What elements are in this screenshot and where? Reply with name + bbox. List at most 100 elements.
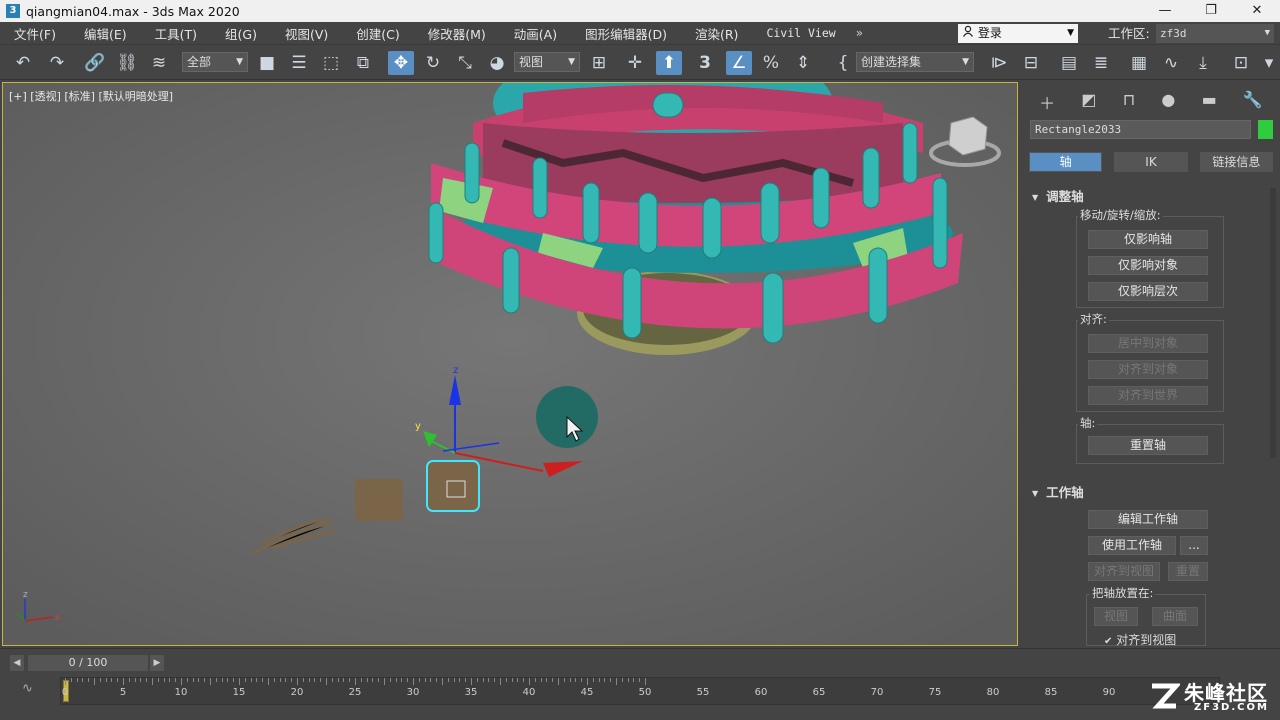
- window-title: qiangmian04.max - 3ds Max 2020: [26, 3, 240, 19]
- select-manipulate-icon[interactable]: ✛: [622, 51, 648, 75]
- next-frame-arrow-icon[interactable]: ▶: [150, 655, 164, 671]
- menu-animation[interactable]: 动画(A): [500, 24, 571, 43]
- menu-modifiers[interactable]: 修改器(M): [414, 24, 500, 43]
- align-to-world-button[interactable]: 对齐到世界: [1088, 386, 1208, 405]
- command-panel-scrollbar[interactable]: [1270, 188, 1276, 458]
- app-icon: 3: [6, 4, 20, 18]
- minimize-button[interactable]: —: [1142, 0, 1188, 22]
- align-to-view-button[interactable]: 对齐到视图: [1088, 562, 1160, 581]
- timeline-tick: [337, 678, 339, 682]
- object-color-swatch[interactable]: [1258, 120, 1273, 139]
- bind-space-warp-icon[interactable]: ≋: [146, 51, 172, 75]
- unlink-icon[interactable]: ⛓: [114, 51, 140, 75]
- select-object-icon[interactable]: ■: [254, 51, 280, 75]
- ref-coord-dropdown[interactable]: 视图 ▼: [514, 52, 580, 72]
- hierarchy-icon[interactable]: ⊓: [1123, 90, 1135, 114]
- edit-working-pivot-button[interactable]: 编辑工作轴: [1088, 510, 1208, 529]
- title-bar: 3 qiangmian04.max - 3ds Max 2020 — ❐ ✕: [0, 0, 1280, 22]
- reset-pivot-button[interactable]: 重置轴: [1088, 436, 1208, 455]
- material-editor-icon[interactable]: ⊡: [1228, 51, 1254, 75]
- close-button[interactable]: ✕: [1234, 0, 1280, 22]
- adjust-pivot-rollout[interactable]: 调整轴: [1032, 186, 1084, 205]
- menu-rendering[interactable]: 渲染(R): [681, 24, 752, 43]
- timeline-tick: [128, 678, 130, 682]
- viewport-label[interactable]: [+] [透视] [标准] [默认明暗处理]: [9, 88, 173, 104]
- use-working-pivot-button[interactable]: 使用工作轴: [1088, 536, 1176, 555]
- prev-frame-arrow-icon[interactable]: ◀: [10, 655, 24, 671]
- display-icon[interactable]: ▬: [1202, 90, 1217, 114]
- menu-more-icon[interactable]: »: [856, 26, 863, 40]
- workspace-dropdown[interactable]: zf3d ▼: [1156, 24, 1274, 43]
- scene-explorer-icon[interactable]: ▤: [1056, 51, 1082, 75]
- chevron-down-icon: ▼: [1264, 28, 1270, 38]
- motion-icon[interactable]: ●: [1161, 90, 1175, 114]
- select-scale-icon[interactable]: ⤡: [452, 51, 478, 75]
- tab-link-info[interactable]: 链接信息: [1199, 152, 1273, 172]
- place-view-button[interactable]: 视图: [1094, 607, 1138, 626]
- affect-object-only-button[interactable]: 仅影响对象: [1088, 256, 1208, 275]
- place-surface-button[interactable]: 曲面: [1152, 607, 1198, 626]
- curve-editor-toggle-icon[interactable]: ∿: [22, 681, 33, 696]
- window-crossing-icon[interactable]: ⧉: [350, 51, 376, 75]
- align-to-view-checkbox[interactable]: ✔ 对齐到视图: [1104, 631, 1176, 648]
- menu-group[interactable]: 组(G): [211, 24, 271, 43]
- tab-pivot[interactable]: 轴: [1029, 152, 1103, 172]
- menu-tools[interactable]: 工具(T): [141, 24, 211, 43]
- link-icon[interactable]: 🔗: [82, 51, 108, 75]
- working-pivot-rollout[interactable]: 工作轴: [1032, 482, 1084, 501]
- timeline-track[interactable]: 0 5 10 15 20 25 30 35 40 45 50 55 60 65 70 75 80 85 90: [60, 677, 1220, 705]
- named-selection-dropdown[interactable]: 创建选择集 ▼: [856, 52, 974, 72]
- menu-edit[interactable]: 编辑(E): [70, 24, 141, 43]
- timeline-tick-label: 80: [986, 687, 1000, 698]
- layer-explorer-icon[interactable]: ≣: [1088, 51, 1114, 75]
- login-label: 登录: [977, 26, 1002, 40]
- create-icon[interactable]: ＋: [1039, 90, 1055, 114]
- place-pivot-label: 把轴放置在:: [1090, 585, 1156, 601]
- affect-hierarchy-only-button[interactable]: 仅影响层次: [1088, 282, 1208, 301]
- spinner-snap-icon[interactable]: ⇕: [790, 51, 816, 75]
- align-icon[interactable]: ⊟: [1018, 51, 1044, 75]
- edit-named-selection-icon[interactable]: {: [830, 51, 856, 75]
- mirror-icon[interactable]: ⧐: [986, 51, 1012, 75]
- select-move-icon[interactable]: ✥: [388, 51, 414, 75]
- perspective-viewport[interactable]: y z z x [+] [透视] [标准] [默认明暗处理]: [2, 82, 1018, 646]
- menu-create[interactable]: 创建(C): [342, 24, 413, 43]
- login-dropdown[interactable]: 登录 ▼: [958, 24, 1078, 43]
- keyboard-shortcut-icon[interactable]: ⬆: [656, 51, 682, 75]
- select-rotate-icon[interactable]: ↻: [420, 51, 446, 75]
- percent-snap-icon[interactable]: %: [758, 51, 784, 75]
- angle-snap-icon[interactable]: ∠: [726, 51, 752, 75]
- menu-file[interactable]: 文件(F): [0, 24, 70, 43]
- selection-filter-dropdown[interactable]: 全部 ▼: [182, 52, 248, 72]
- object-name-field[interactable]: Rectangle2033: [1030, 120, 1251, 139]
- center-to-object-button[interactable]: 居中到对象: [1088, 334, 1208, 353]
- snaps-toggle-icon[interactable]: 3: [692, 51, 718, 75]
- modify-icon[interactable]: ◩: [1081, 90, 1096, 114]
- align-to-object-button[interactable]: 对齐到对象: [1088, 360, 1208, 379]
- maximize-button[interactable]: ❐: [1188, 0, 1234, 22]
- pivot-center-icon[interactable]: ⊞: [586, 51, 612, 75]
- tab-ik[interactable]: IK: [1114, 152, 1188, 172]
- timeline-tick-label: 65: [812, 687, 826, 698]
- select-by-name-icon[interactable]: ☰: [286, 51, 312, 75]
- schematic-view-icon[interactable]: ⤓: [1190, 51, 1216, 75]
- undo-icon[interactable]: ↶: [10, 51, 36, 75]
- curve-editor-icon[interactable]: ∿: [1158, 51, 1184, 75]
- redo-icon[interactable]: ↷: [44, 51, 70, 75]
- menu-civil-view[interactable]: Civil View: [752, 26, 849, 40]
- timeline-tick: [505, 678, 507, 682]
- menu-graph-editors[interactable]: 图形编辑器(D): [571, 24, 681, 43]
- reset-working-pivot-button[interactable]: 重置: [1168, 562, 1208, 581]
- affect-pivot-only-button[interactable]: 仅影响轴: [1088, 230, 1208, 249]
- working-pivot-more-button[interactable]: ...: [1180, 536, 1208, 555]
- time-slider[interactable]: 0 / 100: [28, 655, 148, 671]
- select-place-icon[interactable]: ◕: [484, 51, 510, 75]
- timeline-tick-label: 90: [1102, 687, 1116, 698]
- timeline-tick-label: 15: [232, 687, 246, 698]
- menu-views[interactable]: 视图(V): [271, 24, 342, 43]
- toolbar-overflow-icon[interactable]: ▾: [1260, 51, 1278, 75]
- timeline-tick: [592, 678, 594, 682]
- utilities-icon[interactable]: 🔧: [1243, 90, 1263, 114]
- rectangular-selection-icon[interactable]: ⬚: [318, 51, 344, 75]
- toggle-ribbon-icon[interactable]: ▦: [1126, 51, 1152, 75]
